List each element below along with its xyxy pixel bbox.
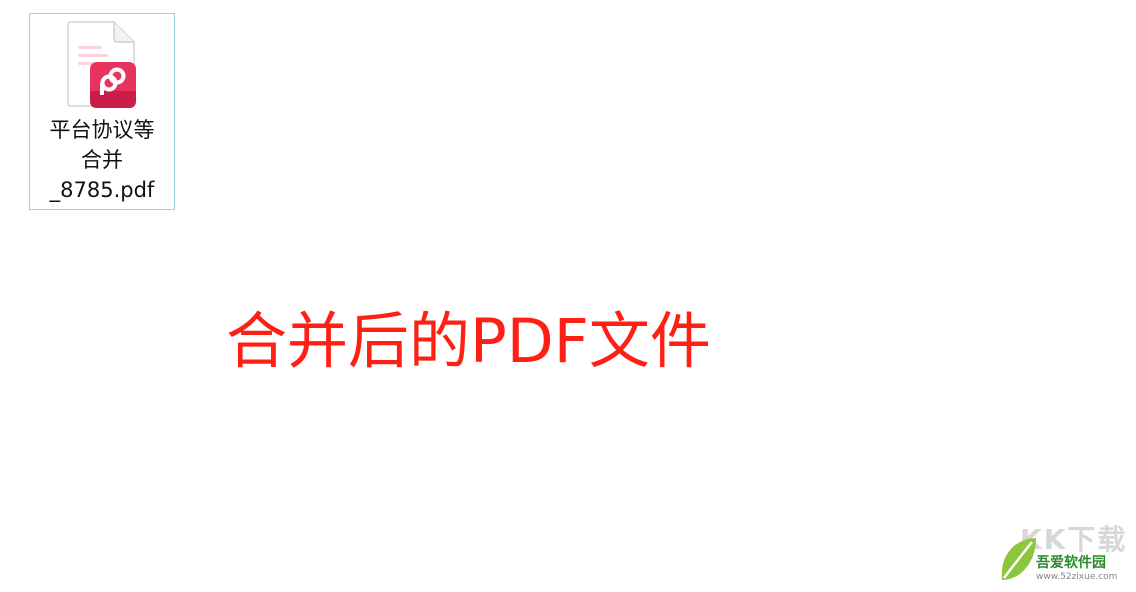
watermark-site-name: 吾爱软件园 <box>1036 555 1106 571</box>
caption-text: 合并后的PDF文件 <box>226 306 711 377</box>
leaf-logo-icon <box>1001 538 1036 580</box>
pdf-file-icon <box>67 21 136 108</box>
desktop-file-item[interactable]: 平台协议等 合并 _8785.pdf <box>29 13 175 210</box>
watermark-url: www.52zixue.com <box>1036 572 1118 582</box>
desktop-background: 平台协议等 合并 _8785.pdf 合并后的PDF文件 KK下载 吾爱软件园 … <box>0 0 1136 592</box>
site-watermark: KK下载 吾爱软件园 www.52zixue.com <box>998 518 1128 588</box>
file-name-label: 平台协议等 合并 _8785.pdf <box>49 118 155 202</box>
